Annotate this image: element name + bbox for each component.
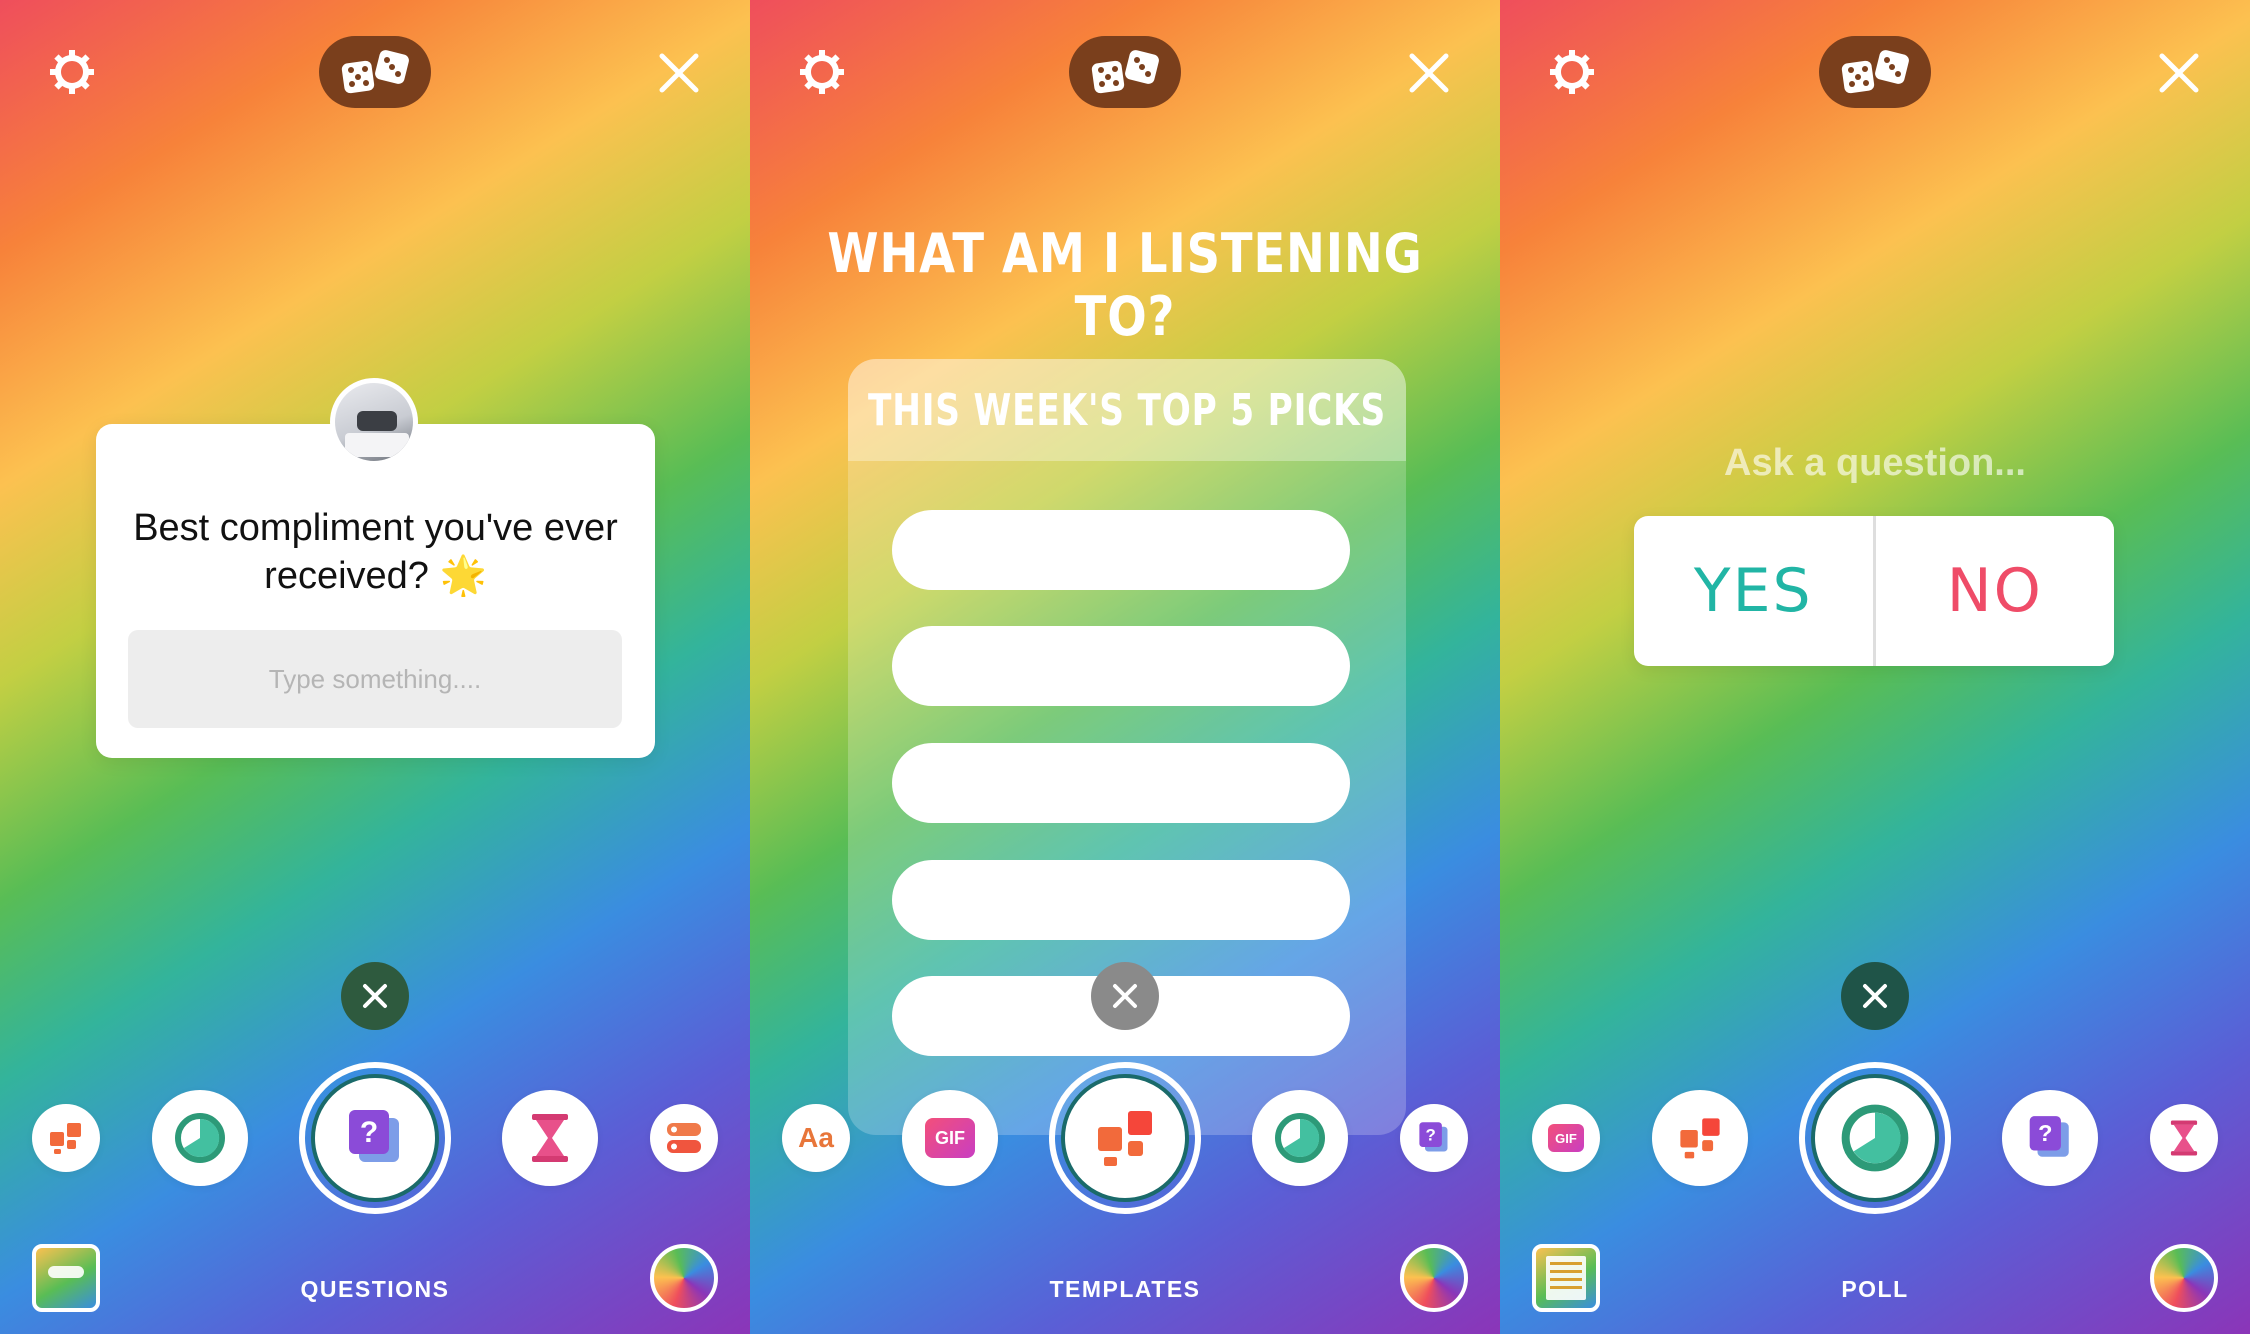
poll-icon xyxy=(175,1113,225,1163)
close-icon xyxy=(363,984,387,1008)
templates-icon xyxy=(1680,1118,1720,1159)
poll-icon xyxy=(1841,1104,1909,1172)
dismiss-sticker-button[interactable] xyxy=(1091,962,1159,1030)
text-icon: Aa xyxy=(798,1122,834,1153)
tray-gif-button[interactable]: GIF xyxy=(902,1090,998,1186)
template-slot-2[interactable] xyxy=(892,626,1350,706)
tray-templates-button[interactable] xyxy=(1049,1062,1201,1214)
avatar xyxy=(330,378,418,466)
template-card-header: THIS WEEK'S TOP 5 PICKS xyxy=(848,359,1406,461)
tray-templates-button[interactable] xyxy=(32,1104,100,1172)
dice-icon xyxy=(1841,50,1909,94)
svg-text:?: ? xyxy=(1425,1125,1435,1144)
template-card-title[interactable]: THIS WEEK'S TOP 5 PICKS xyxy=(868,385,1386,436)
tray-countdown-button[interactable] xyxy=(502,1090,598,1186)
questions-icon: ? xyxy=(2029,1116,2069,1157)
questions-icon: ? xyxy=(1419,1122,1448,1152)
template-slot-1[interactable] xyxy=(892,510,1350,590)
templates-panel: WHAT AM I LISTENING TO? THIS WEEK'S TOP … xyxy=(750,0,1500,1334)
mode-label: POLL xyxy=(1841,1276,1909,1302)
color-picker-button[interactable] xyxy=(2150,1244,2218,1312)
gif-icon-label: GIF xyxy=(1555,1130,1577,1146)
tray-templates-button[interactable] xyxy=(1652,1090,1748,1186)
questions-panel: Best compliment you've ever received? 🌟 … xyxy=(0,0,750,1334)
templates-icon xyxy=(50,1123,81,1154)
dice-icon xyxy=(341,50,409,94)
close-icon[interactable] xyxy=(2158,52,2200,94)
gif-icon: GIF xyxy=(1548,1124,1584,1152)
template-slot-3[interactable] xyxy=(892,743,1350,823)
quiz-icon xyxy=(667,1123,701,1153)
poll-option-no[interactable]: NO xyxy=(1876,516,2115,666)
poll-option-yes[interactable]: YES xyxy=(1634,516,1873,666)
gear-icon[interactable] xyxy=(1548,48,1596,96)
tray-poll-button[interactable] xyxy=(1799,1062,1951,1214)
question-text[interactable]: Best compliment you've ever received? 🌟 xyxy=(96,504,655,600)
gear-icon[interactable] xyxy=(48,48,96,96)
countdown-icon xyxy=(532,1114,568,1162)
tray-gif-button[interactable]: GIF xyxy=(1532,1104,1600,1172)
tray-questions-button[interactable]: ? xyxy=(1400,1104,1468,1172)
template-slot-4[interactable] xyxy=(892,860,1350,940)
gear-icon[interactable] xyxy=(798,48,846,96)
tray-countdown-button[interactable] xyxy=(2150,1104,2218,1172)
questions-icon: ? xyxy=(349,1110,399,1162)
countdown-icon xyxy=(2170,1120,2198,1156)
gif-icon: GIF xyxy=(925,1118,975,1158)
close-icon xyxy=(1863,984,1887,1008)
close-icon[interactable] xyxy=(1408,52,1450,94)
answer-input[interactable]: Type something.... xyxy=(128,630,622,728)
gif-icon-label: GIF xyxy=(935,1127,965,1148)
dice-button[interactable] xyxy=(319,36,431,108)
close-icon[interactable] xyxy=(658,52,700,94)
dice-icon xyxy=(1091,50,1159,94)
dismiss-sticker-button[interactable] xyxy=(341,962,409,1030)
dice-button[interactable] xyxy=(1069,36,1181,108)
color-picker-button[interactable] xyxy=(650,1244,718,1312)
question-sticker-card[interactable]: Best compliment you've ever received? 🌟 … xyxy=(96,424,655,758)
svg-text:?: ? xyxy=(2038,1120,2052,1146)
tray-poll-button[interactable] xyxy=(152,1090,248,1186)
mode-label: TEMPLATES xyxy=(1049,1276,1201,1302)
mode-label: QUESTIONS xyxy=(300,1276,450,1302)
tray-poll-button[interactable] xyxy=(1252,1090,1348,1186)
story-editor-stage: Best compliment you've ever received? 🌟 … xyxy=(0,0,2250,1334)
tray-questions-button[interactable]: ? xyxy=(2002,1090,2098,1186)
template-heading[interactable]: WHAT AM I LISTENING TO? xyxy=(803,222,1448,348)
poll-question-input[interactable]: Ask a question... xyxy=(1500,442,2250,485)
svg-text:?: ? xyxy=(360,1116,378,1149)
tray-questions-button[interactable]: ? xyxy=(299,1062,451,1214)
dismiss-sticker-button[interactable] xyxy=(1841,962,1909,1030)
poll-icon xyxy=(1275,1113,1325,1163)
poll-panel: Ask a question... YES NO GIF ? POLL xyxy=(1500,0,2250,1334)
close-icon xyxy=(1113,984,1137,1008)
templates-icon xyxy=(1098,1111,1152,1166)
dice-button[interactable] xyxy=(1819,36,1931,108)
color-picker-button[interactable] xyxy=(1400,1244,1468,1312)
poll-sticker[interactable]: YES NO xyxy=(1634,516,2114,666)
tray-text-button[interactable]: Aa xyxy=(782,1104,850,1172)
tray-quiz-button[interactable] xyxy=(650,1104,718,1172)
